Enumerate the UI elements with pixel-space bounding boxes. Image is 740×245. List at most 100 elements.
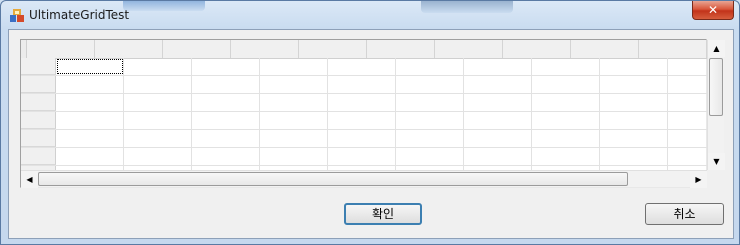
grid-row-header[interactable] — [21, 58, 56, 75]
grid-cell[interactable] — [600, 148, 668, 165]
grid-cell[interactable] — [600, 94, 668, 111]
grid-cell[interactable] — [260, 148, 328, 165]
grid-cell-current[interactable] — [56, 58, 124, 75]
grid-column-header[interactable] — [571, 40, 639, 58]
grid-row-header[interactable] — [21, 112, 56, 129]
grid-cell[interactable] — [56, 112, 124, 129]
grid-cell[interactable] — [192, 76, 260, 93]
horizontal-scroll-thumb[interactable] — [38, 172, 628, 186]
grid-cell[interactable] — [260, 112, 328, 129]
grid-cell[interactable] — [260, 76, 328, 93]
grid-cell[interactable] — [124, 58, 192, 75]
grid-cell[interactable] — [464, 148, 532, 165]
grid-cell[interactable] — [260, 58, 328, 75]
grid-cell[interactable] — [600, 76, 668, 93]
grid-column-header[interactable] — [639, 40, 707, 58]
grid-row — [21, 130, 707, 148]
ok-button[interactable]: 확인 — [344, 203, 422, 225]
horizontal-scrollbar[interactable]: ◀ ▶ — [21, 170, 707, 188]
grid-cell[interactable] — [56, 76, 124, 93]
grid-cell[interactable] — [124, 112, 192, 129]
grid-cell[interactable] — [124, 94, 192, 111]
grid-cell[interactable] — [396, 76, 464, 93]
grid-cell[interactable] — [464, 94, 532, 111]
grid-cell[interactable] — [668, 58, 707, 75]
grid-cell[interactable] — [532, 148, 600, 165]
grid-cell[interactable] — [396, 112, 464, 129]
grid-row-header[interactable] — [21, 130, 56, 147]
grid-cell[interactable] — [192, 112, 260, 129]
grid-cell[interactable] — [600, 112, 668, 129]
grid-cell[interactable] — [328, 112, 396, 129]
grid-column-header[interactable] — [95, 40, 163, 58]
grid-cell-area[interactable] — [21, 40, 707, 170]
vertical-scroll-thumb[interactable] — [709, 58, 723, 116]
grid-cell[interactable] — [396, 148, 464, 165]
grid-cell[interactable] — [464, 130, 532, 147]
grid-row — [21, 148, 707, 166]
grid-row-header[interactable] — [21, 76, 56, 93]
grid-cell[interactable] — [600, 130, 668, 147]
grid-cell[interactable] — [56, 94, 124, 111]
grid-column-header[interactable] — [367, 40, 435, 58]
grid-cell[interactable] — [668, 112, 707, 129]
grid-cell[interactable] — [532, 76, 600, 93]
close-icon: ✕ — [707, 3, 719, 17]
grid-cell[interactable] — [668, 130, 707, 147]
window-title: UltimateGridTest — [29, 8, 130, 22]
grid-cell[interactable] — [260, 94, 328, 111]
grid-cell[interactable] — [328, 76, 396, 93]
grid-cell[interactable] — [192, 58, 260, 75]
grid-cell[interactable] — [124, 148, 192, 165]
grid-column-header[interactable] — [435, 40, 503, 58]
title-bar-reflection — [421, 1, 513, 13]
grid-cell[interactable] — [192, 94, 260, 111]
grid-cell[interactable] — [532, 112, 600, 129]
grid-column-header-row — [21, 40, 707, 59]
grid-row-header[interactable] — [21, 148, 56, 165]
grid-cell[interactable] — [464, 112, 532, 129]
grid-cell[interactable] — [328, 130, 396, 147]
grid-cell[interactable] — [56, 130, 124, 147]
grid-cell[interactable] — [532, 130, 600, 147]
scroll-up-button[interactable]: ▲ — [708, 40, 725, 57]
ultimate-grid[interactable]: ▲ ▼ ◀ ▶ — [20, 39, 725, 188]
vertical-scrollbar[interactable]: ▲ ▼ — [707, 40, 725, 170]
grid-column-header[interactable] — [231, 40, 299, 58]
scroll-right-button[interactable]: ▶ — [690, 171, 707, 188]
grid-row-header[interactable] — [21, 94, 56, 111]
grid-cell[interactable] — [260, 130, 328, 147]
title-bar-reflection — [123, 1, 205, 11]
grid-cell[interactable] — [192, 130, 260, 147]
grid-cell[interactable] — [532, 58, 600, 75]
grid-cell[interactable] — [668, 76, 707, 93]
grid-cell[interactable] — [328, 148, 396, 165]
grid-cell[interactable] — [668, 148, 707, 165]
grid-cell[interactable] — [56, 148, 124, 165]
grid-column-header[interactable] — [503, 40, 571, 58]
grid-column-header[interactable] — [163, 40, 231, 58]
grid-cell[interactable] — [464, 58, 532, 75]
title-bar[interactable]: UltimateGridTest ✕ — [1, 1, 739, 29]
scroll-left-button[interactable]: ◀ — [21, 171, 38, 188]
grid-cell[interactable] — [600, 58, 668, 75]
grid-column-header[interactable] — [299, 40, 367, 58]
grid-cell[interactable] — [396, 94, 464, 111]
grid-cell[interactable] — [328, 94, 396, 111]
grid-cell[interactable] — [396, 58, 464, 75]
grid-column-header[interactable] — [27, 40, 95, 58]
grid-cell[interactable] — [396, 130, 464, 147]
grid-cell[interactable] — [464, 76, 532, 93]
close-button[interactable]: ✕ — [692, 1, 734, 20]
arrow-down-icon: ▼ — [713, 157, 720, 166]
scroll-down-button[interactable]: ▼ — [708, 153, 725, 170]
cancel-button[interactable]: 취소 — [645, 203, 724, 225]
app-icon — [10, 9, 24, 22]
dialog-client-area: ▲ ▼ ◀ ▶ 확인 취소 — [8, 29, 734, 239]
grid-cell[interactable] — [668, 94, 707, 111]
grid-cell[interactable] — [124, 130, 192, 147]
grid-cell[interactable] — [328, 58, 396, 75]
grid-cell[interactable] — [124, 76, 192, 93]
grid-cell[interactable] — [532, 94, 600, 111]
grid-cell[interactable] — [192, 148, 260, 165]
